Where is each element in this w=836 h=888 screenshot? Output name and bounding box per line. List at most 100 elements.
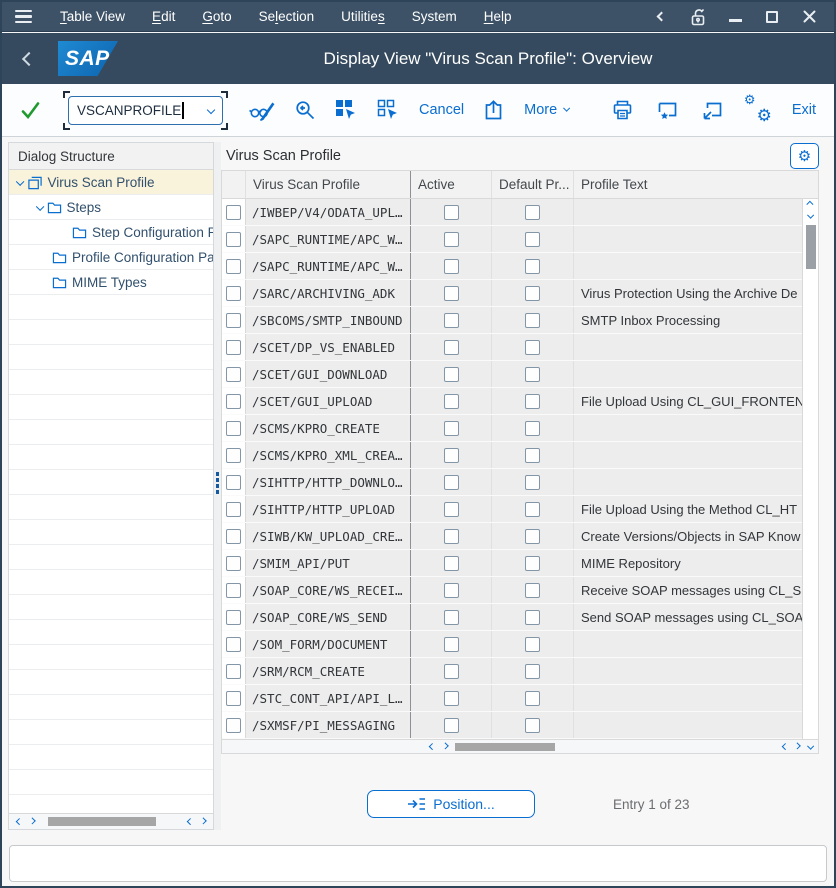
row-select-checkbox[interactable] [226, 529, 241, 544]
active-checkbox[interactable] [444, 367, 459, 382]
row-select-checkbox[interactable] [226, 286, 241, 301]
find-icon[interactable] [294, 99, 316, 121]
profile-name-cell[interactable]: /SARC/ARCHIVING_ADK [246, 280, 411, 306]
profile-name-cell[interactable]: /SRM/RCM_CREATE [246, 658, 411, 684]
profile-text-cell[interactable] [574, 226, 804, 252]
print-icon[interactable] [611, 99, 634, 121]
row-select-checkbox[interactable] [226, 232, 241, 247]
row-select-checkbox[interactable] [226, 664, 241, 679]
scroll-right-icon[interactable] [442, 743, 448, 749]
profile-name-cell[interactable]: /SAPC_RUNTIME/APC_W… [246, 226, 411, 252]
profile-name-cell[interactable]: /SOAP_CORE/WS_RECEI… [246, 577, 411, 603]
active-checkbox[interactable] [444, 232, 459, 247]
active-checkbox[interactable] [444, 556, 459, 571]
profile-name-cell[interactable]: /SCET/DP_VS_ENABLED [246, 334, 411, 360]
scroll-left-icon[interactable] [16, 818, 22, 824]
active-checkbox[interactable] [444, 583, 459, 598]
default-profile-checkbox[interactable] [525, 286, 540, 301]
profile-text-cell[interactable] [574, 199, 804, 225]
profile-name-cell[interactable]: /IWBEP/V4/ODATA_UPL… [246, 199, 411, 225]
profile-name-cell[interactable]: /SCMS/KPRO_CREATE [246, 415, 411, 441]
active-checkbox[interactable] [444, 502, 459, 517]
unlock-icon[interactable] [687, 6, 709, 28]
row-select-checkbox[interactable] [226, 394, 241, 409]
profile-name-cell[interactable]: /SAPC_RUNTIME/APC_W… [246, 253, 411, 279]
table-settings-gear-icon[interactable]: ⚙ [790, 143, 819, 169]
profile-text-cell[interactable]: Create Versions/Objects in SAP Know [574, 523, 804, 549]
column-header-active[interactable]: Active [411, 171, 492, 198]
menu-edit[interactable]: Edit [152, 9, 175, 24]
default-profile-checkbox[interactable] [525, 232, 540, 247]
row-select-checkbox[interactable] [226, 691, 241, 706]
default-profile-checkbox[interactable] [525, 259, 540, 274]
profile-name-cell[interactable]: /SBCOMS/SMTP_INBOUND [246, 307, 411, 333]
row-select-checkbox[interactable] [226, 313, 241, 328]
scroll-left-icon[interactable] [187, 818, 193, 824]
chevron-down-icon[interactable] [37, 204, 43, 210]
column-header-profile-text[interactable]: Profile Text [574, 171, 818, 198]
profile-name-cell[interactable]: /SCET/GUI_DOWNLOAD [246, 361, 411, 387]
minimize-icon[interactable] [724, 6, 746, 28]
active-checkbox[interactable] [444, 691, 459, 706]
row-select-checkbox[interactable] [226, 259, 241, 274]
row-select-checkbox[interactable] [226, 367, 241, 382]
profile-text-cell[interactable]: MIME Repository [574, 550, 804, 576]
table-vertical-scrollbar[interactable] [802, 199, 818, 739]
menu-system[interactable]: System [412, 9, 457, 24]
profile-name-cell[interactable]: /SCMS/KPRO_XML_CREA… [246, 442, 411, 468]
default-profile-checkbox[interactable] [525, 340, 540, 355]
profile-text-cell[interactable] [574, 253, 804, 279]
shortcut-icon[interactable] [701, 99, 724, 121]
row-select-checkbox[interactable] [226, 583, 241, 598]
command-dropdown-icon[interactable] [208, 107, 214, 113]
more-button[interactable]: More [524, 102, 569, 118]
scroll-down-icon[interactable] [808, 210, 813, 221]
default-profile-checkbox[interactable] [525, 448, 540, 463]
profile-text-cell[interactable]: SMTP Inbox Processing [574, 307, 804, 333]
active-checkbox[interactable] [444, 637, 459, 652]
default-profile-checkbox[interactable] [525, 583, 540, 598]
profile-text-cell[interactable] [574, 712, 804, 738]
close-icon[interactable] [798, 6, 820, 28]
profile-text-cell[interactable] [574, 469, 804, 495]
chevron-left-icon[interactable] [650, 6, 672, 28]
back-icon[interactable] [24, 54, 34, 64]
row-select-checkbox[interactable] [226, 421, 241, 436]
row-select-checkbox[interactable] [226, 610, 241, 625]
active-checkbox[interactable] [444, 475, 459, 490]
share-icon[interactable] [483, 99, 505, 121]
tree-item-mime-types[interactable]: MIME Types [9, 270, 213, 295]
profile-name-cell[interactable]: /SIHTTP/HTTP_DOWNLO… [246, 469, 411, 495]
profile-text-cell[interactable]: Receive SOAP messages using CL_S [574, 577, 804, 603]
exit-button[interactable]: Exit [792, 102, 816, 118]
profile-text-cell[interactable]: File Upload Using CL_GUI_FRONTEN [574, 388, 804, 414]
active-checkbox[interactable] [444, 286, 459, 301]
profile-text-cell[interactable] [574, 415, 804, 441]
menu-utilities[interactable]: Utilities [341, 9, 385, 24]
sidebar-horizontal-scrollbar[interactable] [9, 813, 213, 829]
menu-selection[interactable]: Selection [259, 9, 315, 24]
default-profile-checkbox[interactable] [525, 529, 540, 544]
tree-item-profile-configuration-pa[interactable]: Profile Configuration Pa [9, 245, 213, 270]
row-select-checkbox[interactable] [226, 502, 241, 517]
table-horizontal-scrollbar[interactable] [222, 739, 818, 753]
menu-help[interactable]: Help [484, 9, 512, 24]
display-change-icon[interactable] [248, 99, 275, 122]
scroll-left-icon[interactable] [429, 743, 435, 749]
default-profile-checkbox[interactable] [525, 610, 540, 625]
scroll-right-icon[interactable] [200, 818, 206, 824]
default-profile-checkbox[interactable] [525, 475, 540, 490]
column-header-default[interactable]: Default Pr... [492, 171, 574, 198]
scroll-left-icon[interactable] [782, 743, 788, 749]
chevron-down-icon[interactable] [17, 179, 23, 185]
active-checkbox[interactable] [444, 664, 459, 679]
profile-name-cell[interactable]: /SIHTTP/HTTP_UPLOAD [246, 496, 411, 522]
profile-text-cell[interactable] [574, 442, 804, 468]
settings-gears-icon[interactable]: ⚙⚙ [746, 98, 770, 122]
menu-goto[interactable]: Goto [202, 9, 231, 24]
active-checkbox[interactable] [444, 610, 459, 625]
row-select-checkbox[interactable] [226, 556, 241, 571]
splitter-grip-icon[interactable] [216, 472, 220, 494]
profile-text-cell[interactable] [574, 631, 804, 657]
profile-name-cell[interactable]: /SCET/GUI_UPLOAD [246, 388, 411, 414]
